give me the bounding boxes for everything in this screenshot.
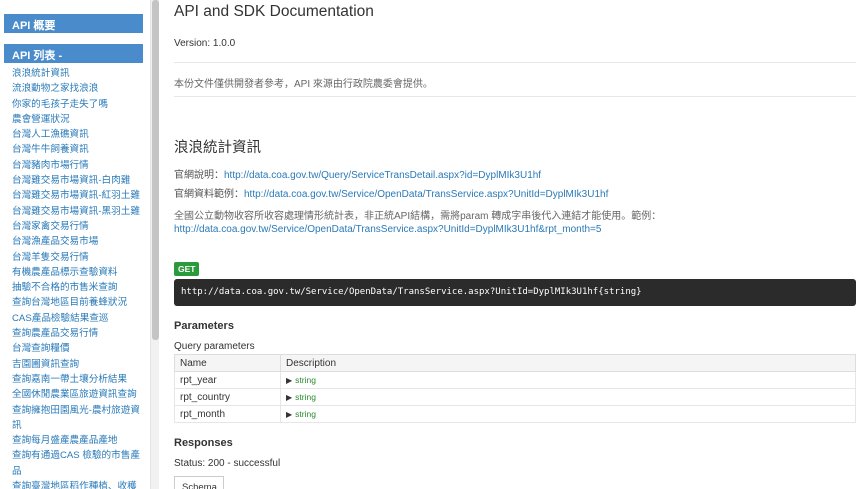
table-row: rpt_country ▶ string	[174, 388, 856, 406]
sidebar-item[interactable]: 浪浪統計資訊	[12, 66, 140, 81]
responses-heading: Responses	[174, 437, 233, 449]
main-content: API and SDK Documentation Version: 1.0.0…	[174, 0, 856, 489]
expand-triangle-icon[interactable]: ▶	[286, 410, 292, 419]
table-row: rpt_month ▶ string	[174, 405, 856, 423]
sidebar-item[interactable]: 查詢每月盛產農產品產地	[12, 433, 140, 448]
param-name: rpt_country	[174, 388, 281, 406]
page-title: API and SDK Documentation	[174, 3, 374, 20]
endpoint-url: http://data.coa.gov.tw/Service/OpenData/…	[174, 279, 856, 306]
nav-api-overview[interactable]: API 概要	[4, 14, 143, 33]
expand-triangle-icon[interactable]: ▶	[286, 393, 292, 402]
sidebar-item[interactable]: 查詢嘉南一帶土壤分析結果	[12, 372, 140, 387]
sidebar-item[interactable]: 流浪動物之家找浪浪	[12, 81, 140, 96]
param-name: rpt_month	[174, 405, 281, 423]
usage-note-text: 全國公立動物收容所收容處理情形統計表，非正統API結構，需將param 轉成字串…	[174, 211, 662, 222]
sidebar-item[interactable]: 查詢臺灣地區稻作種植、收穫面積及產量	[12, 479, 140, 489]
sidebar-item[interactable]: 抽驗不合格的市售米查詢	[12, 280, 140, 295]
api-list: 浪浪統計資訊 流浪動物之家找浪浪 你家的毛孩子走失了嗎 農會營運狀況 台灣人工漁礁資訊台…	[12, 66, 140, 489]
section-title: 浪浪統計資訊	[174, 140, 261, 156]
sidebar-item[interactable]: 台灣雞交易市場資訊-白肉雞	[12, 173, 140, 188]
table-header-row: Name Description	[174, 354, 856, 372]
sidebar-item[interactable]: CAS產品檢驗結果查巡	[12, 311, 140, 326]
sidebar-item[interactable]: 查詢有通過CAS 檢驗的市售產品	[12, 448, 140, 479]
sidebar-item[interactable]: 台灣查詢糧價	[12, 341, 140, 356]
usage-example-link[interactable]: http://data.coa.gov.tw/Service/OpenData/…	[174, 223, 774, 236]
parameters-heading: Parameters	[174, 320, 234, 332]
param-name: rpt_year	[174, 371, 281, 389]
param-type: string	[295, 408, 316, 419]
sidebar-item[interactable]: 查詢擁抱田園風光-農村旅遊資訊	[12, 403, 140, 434]
sidebar-item[interactable]: 吉園圃資訊查詢	[12, 357, 140, 372]
sidebar-item[interactable]: 農會營運狀況	[12, 112, 140, 127]
sidebar-item[interactable]: 台灣人工漁礁資訊	[12, 127, 140, 142]
sidebar-item[interactable]: 台灣牛牛飼養資訊	[12, 142, 140, 157]
sidebar-item[interactable]: 台灣漁產品交易市場	[12, 234, 140, 249]
column-header-name: Name	[174, 354, 281, 372]
sidebar-scrollbar[interactable]	[150, 0, 159, 489]
response-status: Status: 200 - successful	[174, 458, 281, 469]
query-parameters-label: Query parameters	[174, 341, 255, 352]
http-method-badge: GET	[174, 262, 200, 276]
sidebar-item[interactable]: 台灣豬肉市場行情	[12, 158, 140, 173]
official-example-row: 官網資料範例：http://data.coa.gov.tw/Service/Op…	[174, 185, 608, 200]
official-example-link[interactable]: http://data.coa.gov.tw/Service/OpenData/…	[244, 189, 608, 200]
official-description-label: 官網說明：	[174, 170, 224, 181]
param-type: string	[295, 374, 316, 385]
doc-description: 本份文件僅供開發者參考，API 來源由行政院農委會提供。	[174, 79, 433, 90]
official-description-row: 官網說明：http://data.coa.gov.tw/Query/Servic…	[174, 166, 541, 181]
table-row: rpt_year ▶ string	[174, 371, 856, 389]
param-description[interactable]: ▶ string	[280, 388, 856, 406]
usage-note: 全國公立動物收容所收容處理情形統計表，非正統API結構，需將param 轉成字串…	[174, 210, 774, 236]
expand-triangle-icon[interactable]: ▶	[286, 376, 292, 385]
sidebar-item[interactable]: 台灣家禽交易行情	[12, 219, 140, 234]
divider	[174, 96, 856, 97]
version-text: Version: 1.0.0	[174, 38, 236, 49]
sidebar-item[interactable]: 查詢台灣地區目前養蜂狀況	[12, 295, 140, 310]
param-description[interactable]: ▶ string	[280, 405, 856, 423]
sidebar-item[interactable]: 你家的毛孩子走失了嗎	[12, 97, 140, 112]
scrollbar-thumb[interactable]	[152, 0, 159, 340]
sidebar-item[interactable]: 全國休閒農業區旅遊資訊查詢	[12, 387, 140, 402]
param-description[interactable]: ▶ string	[280, 371, 856, 389]
sidebar-item[interactable]: 查詢農產品交易行情	[12, 326, 140, 341]
sidebar-item[interactable]: 有機農產品標示查驗資料	[12, 265, 140, 280]
nav-api-list[interactable]: API 列表 -	[4, 44, 143, 63]
official-description-link[interactable]: http://data.coa.gov.tw/Query/ServiceTran…	[224, 170, 541, 181]
schema-tab[interactable]: Schema	[174, 476, 224, 489]
sidebar-item[interactable]: 台灣雞交易市場資訊-黑羽土雞	[12, 204, 140, 219]
official-example-label: 官網資料範例：	[174, 189, 244, 200]
sidebar: API 概要 API 列表 - 浪浪統計資訊 流浪動物之家找浪浪 你家的毛孩子走失了…	[0, 0, 150, 489]
sidebar-item[interactable]: 台灣羊隻交易行情	[12, 250, 140, 265]
column-header-description: Description	[280, 354, 856, 372]
param-type: string	[295, 391, 316, 402]
parameters-table: Name Description rpt_year ▶ string rpt_co…	[174, 354, 856, 423]
divider	[174, 62, 856, 63]
sidebar-item[interactable]: 台灣雞交易市場資訊-紅羽土雞	[12, 188, 140, 203]
